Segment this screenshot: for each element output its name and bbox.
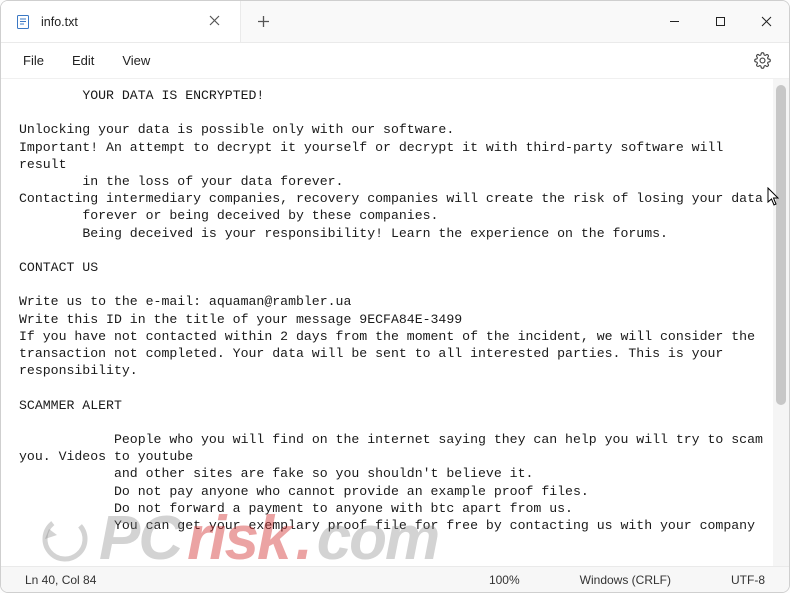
editor-area: YOUR DATA IS ENCRYPTED! Unlocking your d…: [1, 79, 789, 566]
close-button[interactable]: [743, 1, 789, 42]
status-encoding: UTF-8: [721, 573, 775, 587]
titlebar: info.txt: [1, 1, 789, 43]
status-position: Ln 40, Col 84: [15, 573, 106, 587]
menu-file[interactable]: File: [11, 47, 56, 74]
menubar: File Edit View: [1, 43, 789, 79]
vertical-scrollbar[interactable]: [773, 79, 789, 566]
tab-title: info.txt: [41, 15, 78, 29]
statusbar: Ln 40, Col 84 100% Windows (CRLF) UTF-8: [1, 566, 789, 592]
text-content[interactable]: YOUR DATA IS ENCRYPTED! Unlocking your d…: [1, 79, 773, 566]
tab-close-icon[interactable]: [203, 11, 226, 32]
menu-view[interactable]: View: [110, 47, 162, 74]
status-line-ending: Windows (CRLF): [570, 573, 681, 587]
minimize-button[interactable]: [651, 1, 697, 42]
file-tab[interactable]: info.txt: [1, 1, 241, 42]
scrollbar-thumb[interactable]: [776, 85, 786, 405]
new-tab-button[interactable]: [241, 1, 285, 42]
gear-icon: [754, 52, 771, 69]
menu-edit[interactable]: Edit: [60, 47, 106, 74]
window-controls: [651, 1, 789, 42]
notepad-file-icon: [15, 14, 31, 30]
status-zoom: 100%: [479, 573, 530, 587]
maximize-button[interactable]: [697, 1, 743, 42]
notepad-window: info.txt File Edit View: [0, 0, 790, 593]
settings-button[interactable]: [745, 47, 779, 75]
